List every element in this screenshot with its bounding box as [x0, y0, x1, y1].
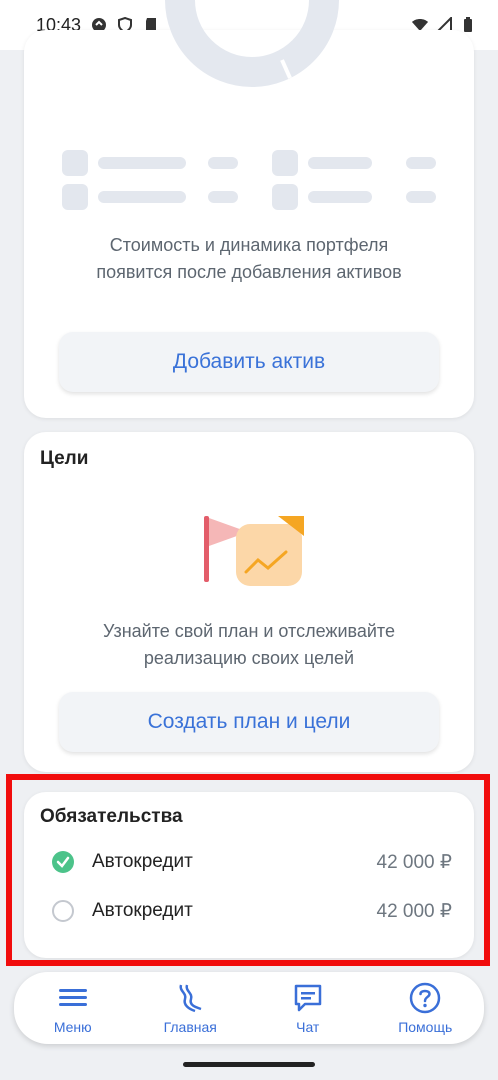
nav-label-home: Главная [163, 1019, 217, 1035]
home-indicator[interactable] [183, 1062, 315, 1067]
checked-icon[interactable] [52, 851, 74, 873]
legend-placeholder [62, 150, 442, 240]
battery-icon [464, 17, 472, 32]
liability-name: Автокредит [92, 851, 193, 872]
nav-item-chat[interactable]: Чат [258, 981, 358, 1035]
help-icon [410, 982, 441, 1014]
nav-label-help: Помощь [398, 1019, 453, 1035]
liabilities-card: Обязательства Автокредит 42 000 ₽ Автокр… [24, 792, 474, 958]
liability-name: Автокредит [92, 900, 193, 921]
liability-row[interactable]: Автокредит 42 000 ₽ [52, 895, 452, 927]
home-logo-icon [179, 984, 202, 1013]
nav-item-menu[interactable]: Меню [23, 981, 123, 1035]
portfolio-empty-text: Стоимость и динамика портфеля появится п… [96, 235, 402, 282]
goals-title: Цели [40, 448, 89, 469]
nav-label-menu: Меню [53, 1019, 92, 1035]
liability-amount: 42 000 ₽ [376, 900, 452, 922]
liabilities-title: Обязательства [40, 806, 183, 827]
flag-chart-illustration [204, 516, 304, 586]
bottom-navigation: Меню Главная Чат Помощь [14, 972, 484, 1044]
goals-description: Узнайте свой план и отслеживайте реализа… [103, 621, 395, 668]
nav-item-home[interactable]: Главная [140, 981, 240, 1035]
liability-amount: 42 000 ₽ [376, 851, 452, 873]
nav-item-help[interactable]: Помощь [375, 981, 475, 1035]
liability-row[interactable]: Автокредит 42 000 ₽ [52, 846, 452, 878]
add-asset-button[interactable]: Добавить актив [59, 332, 439, 392]
goals-card: Цели Узнайте свой план и отслеживайте ре… [24, 432, 474, 772]
unchecked-icon[interactable] [52, 900, 74, 922]
nav-label-chat: Чат [296, 1019, 320, 1035]
menu-icon [58, 989, 87, 1006]
create-plan-button[interactable]: Создать план и цели [59, 692, 439, 752]
chat-icon [294, 984, 321, 1012]
empty-donut-chart [165, 0, 339, 87]
portfolio-card: Стоимость и динамика портфеля появится п… [24, 0, 474, 418]
